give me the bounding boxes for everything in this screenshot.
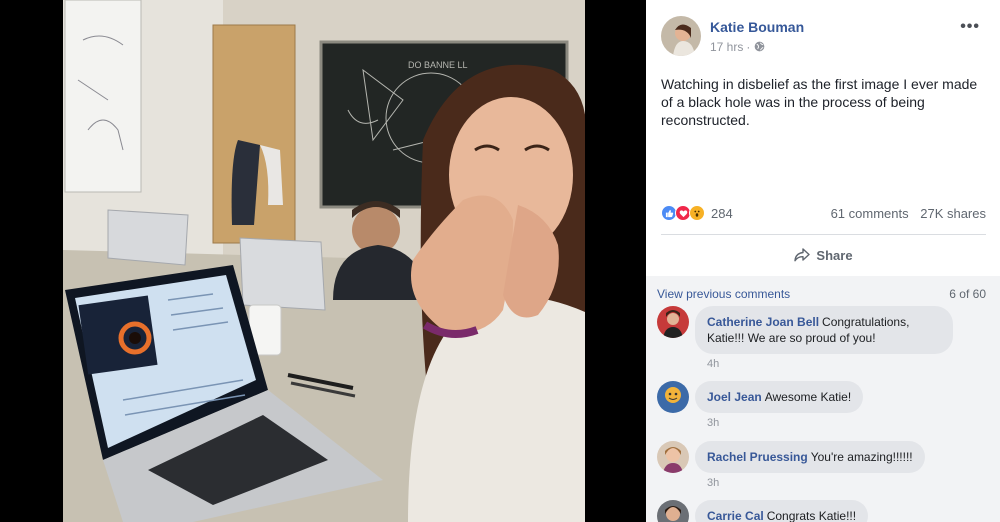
reaction-summary[interactable]: 284: [661, 205, 733, 221]
comment-item: Rachel Pruessing You're amazing!!!!!! 3h: [657, 441, 925, 489]
share-icon: [794, 248, 811, 262]
view-previous-comments-link[interactable]: View previous comments: [657, 287, 790, 301]
commenter-avatar[interactable]: [657, 441, 689, 473]
comment-time[interactable]: 3h: [707, 477, 925, 489]
commenter-name[interactable]: Joel Jean: [707, 390, 762, 404]
share-label: Share: [816, 247, 853, 263]
commenter-name[interactable]: Catherine Joan Bell: [707, 315, 819, 329]
reactions-row: 284 61 comments 27K shares: [661, 205, 986, 221]
comment-text: You're amazing!!!!!!: [810, 450, 913, 464]
engagement-counts: 61 comments 27K shares: [831, 206, 986, 221]
comment-text: Congrats Katie!!!: [766, 509, 857, 522]
commenter-avatar[interactable]: [657, 306, 689, 338]
commenter-avatar[interactable]: [657, 500, 689, 522]
comment-time[interactable]: 3h: [707, 417, 863, 429]
comment-time[interactable]: 4h: [707, 358, 953, 370]
globe-icon[interactable]: [754, 41, 765, 52]
comment-bubble: Catherine Joan Bell Congratulations, Kati…: [695, 306, 953, 354]
author-avatar[interactable]: [661, 16, 701, 56]
comments-header: View previous comments 6 of 60: [657, 287, 986, 301]
commenter-name[interactable]: Rachel Pruessing: [707, 450, 808, 464]
comment-item: Joel Jean Awesome Katie! 3h: [657, 381, 864, 429]
post-text: Watching in disbelief as the first image…: [661, 76, 978, 128]
comments-section: View previous comments 6 of 60 Catherine…: [646, 276, 1000, 522]
comment-item: Catherine Joan Bell Congratulations, Kati…: [657, 306, 953, 370]
commenter-name[interactable]: Carrie Cal: [707, 509, 764, 522]
commenter-avatar[interactable]: [657, 381, 689, 413]
reaction-count[interactable]: 284: [711, 206, 733, 221]
post-panel: Katie Bouman 17 hrs · ••• Watching in di…: [646, 0, 1000, 522]
svg-text:DO BANNE LL: DO BANNE LL: [408, 60, 468, 70]
comment-bubble: Carrie Cal Congrats Katie!!!: [695, 500, 869, 522]
comments-count-link[interactable]: 61 comments: [831, 206, 909, 221]
shares-count-link[interactable]: 27K shares: [920, 206, 986, 221]
comment-bubble: Joel Jean Awesome Katie!: [695, 381, 864, 413]
wow-icon: [689, 205, 705, 221]
comment-item: Carrie Cal Congrats Katie!!!: [657, 500, 869, 522]
lab-photo-illustration: DO BANNE LL: [63, 0, 585, 522]
comment-text: Awesome Katie!: [764, 390, 852, 404]
meta-separator: ·: [746, 39, 751, 54]
more-options-button[interactable]: •••: [960, 18, 980, 36]
author-name[interactable]: Katie Bouman: [710, 19, 804, 35]
comment-pagination-count: 6 of 60: [949, 287, 986, 301]
comment-bubble: Rachel Pruessing You're amazing!!!!!!: [695, 441, 925, 473]
post-header: Katie Bouman 17 hrs ·: [661, 16, 804, 56]
share-button[interactable]: Share: [661, 240, 986, 270]
post-photo[interactable]: DO BANNE LL: [63, 0, 585, 522]
post-time[interactable]: 17 hrs: [710, 40, 743, 54]
photo-viewer: DO BANNE LL: [0, 0, 646, 522]
post-meta: 17 hrs ·: [710, 40, 804, 54]
divider: [661, 234, 986, 235]
